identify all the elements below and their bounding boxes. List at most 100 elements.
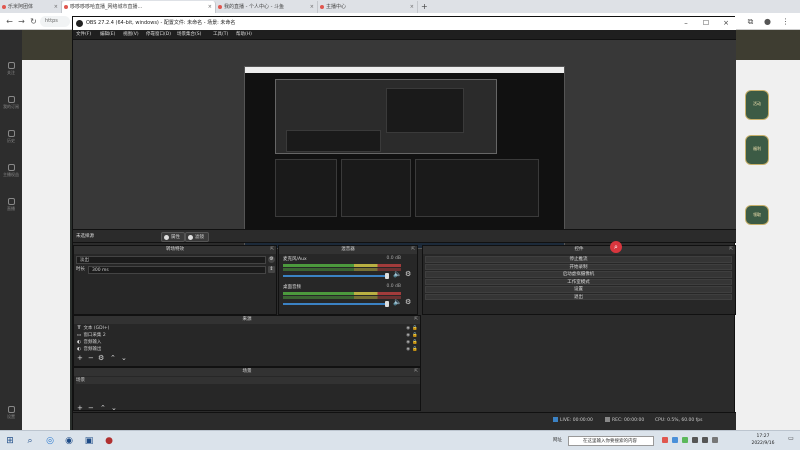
lock-icon[interactable]: 🔒: [412, 325, 418, 332]
menu-docks[interactable]: 停靠窗口(D): [146, 30, 171, 40]
notifications-icon[interactable]: ▭: [786, 435, 796, 447]
volume-slider-knob[interactable]: [385, 301, 389, 307]
new-tab-button[interactable]: +: [418, 1, 432, 13]
steam-icon[interactable]: ◉: [63, 435, 75, 447]
scene-item[interactable]: 场景: [76, 377, 420, 384]
lock-icon[interactable]: 🔒: [412, 346, 418, 353]
source-item[interactable]: ▭ 窗口采集 2 ◉ 🔒: [76, 332, 420, 339]
start-virtual-camera-button[interactable]: 启动虚拟摄像机: [425, 271, 732, 278]
gear-icon[interactable]: ⚙: [405, 270, 411, 278]
duration-input[interactable]: 300 ms: [88, 266, 266, 274]
dock-pin-icon[interactable]: ⇱: [729, 246, 733, 254]
move-up-chevron-icon[interactable]: ⌃: [110, 354, 116, 362]
menu-tools[interactable]: 工具(T): [213, 30, 228, 40]
stop-streaming-button[interactable]: 停止推流: [425, 256, 732, 263]
rail-item-follow[interactable]: 关注: [2, 62, 20, 76]
tab-close-icon[interactable]: ×: [410, 1, 414, 13]
visibility-eye-icon[interactable]: ◉: [406, 332, 410, 339]
gear-icon[interactable]: ⚙: [405, 298, 411, 306]
search-icon[interactable]: ⌕: [610, 241, 622, 253]
volume-slider[interactable]: [283, 275, 387, 277]
properties-button[interactable]: 属性: [161, 232, 185, 242]
promo-badge[interactable]: 领取: [745, 205, 769, 225]
promo-badge[interactable]: 活动: [745, 90, 769, 120]
tab-close-icon[interactable]: ×: [310, 1, 314, 13]
volume-slider-knob[interactable]: [385, 273, 389, 279]
dock-pin-icon[interactable]: ⇱: [270, 246, 274, 254]
move-down-chevron-icon[interactable]: ⌄: [121, 354, 127, 362]
rail-item-streamer[interactable]: 主播权益: [2, 164, 20, 178]
browser-tab[interactable]: 我的直播 - 个人中心 - 斗鱼 ×: [216, 1, 318, 13]
rail-item-history[interactable]: 历史: [2, 130, 20, 144]
speaker-icon[interactable]: 🔈: [393, 270, 402, 278]
visibility-eye-icon[interactable]: ◉: [406, 339, 410, 346]
menu-view[interactable]: 视图(V): [123, 30, 139, 40]
lock-icon[interactable]: 🔒: [412, 332, 418, 339]
lock-icon[interactable]: 🔒: [412, 339, 418, 346]
browser-tab-active[interactable]: 哆哆哆哆哈直播_网络城市直播... ×: [62, 1, 216, 13]
visibility-eye-icon[interactable]: ◉: [406, 325, 410, 332]
menu-edit[interactable]: 编辑(E): [100, 30, 115, 40]
source-item[interactable]: T 文本 (GDI+) ◉ 🔒: [76, 325, 420, 332]
address-bar[interactable]: https: [40, 16, 70, 27]
start-recording-button[interactable]: 开始录制: [425, 263, 732, 270]
tray-volume-icon[interactable]: [702, 437, 708, 443]
taskbar-url-label: 网址: [553, 438, 562, 443]
studio-mode-button[interactable]: 工作室模式: [425, 278, 732, 285]
dock-pin-icon[interactable]: ⇱: [411, 246, 415, 254]
app-icon[interactable]: ▣: [83, 435, 95, 447]
tray-app-icon[interactable]: [662, 437, 668, 443]
reload-icon[interactable]: ↻: [28, 16, 39, 27]
source-settings-gear-icon[interactable]: ⚙: [98, 354, 104, 362]
move-up-chevron-icon[interactable]: ⌃: [100, 404, 106, 412]
minimize-icon[interactable]: –: [676, 17, 696, 30]
browser-menu-icon[interactable]: ⋮: [780, 16, 791, 27]
forward-arrow-icon[interactable]: →: [16, 16, 27, 27]
taskbar-clock[interactable]: 17:27 2022/9/16: [748, 434, 778, 447]
promo-badge[interactable]: 福利: [745, 135, 769, 165]
back-arrow-icon[interactable]: ←: [4, 16, 15, 27]
stream-preview[interactable]: [244, 66, 565, 249]
visibility-eye-icon[interactable]: ◉: [406, 346, 410, 353]
menu-file[interactable]: 文件(F): [76, 30, 91, 40]
rail-item-live[interactable]: 直播: [2, 198, 20, 212]
browser-tab[interactable]: 乐米阿团体 ×: [0, 1, 62, 13]
transition-settings-gear-icon[interactable]: ⚙: [268, 256, 275, 263]
extensions-icon[interactable]: ⧉: [745, 16, 756, 27]
tray-ime-icon[interactable]: [712, 437, 718, 443]
windows-start-icon[interactable]: ⊞: [4, 435, 16, 447]
dock-pin-icon[interactable]: ⇱: [414, 316, 418, 324]
remove-scene-minus-icon[interactable]: −: [88, 404, 94, 412]
obs-taskbar-icon[interactable]: ●: [103, 435, 115, 447]
profile-avatar-icon[interactable]: ●: [762, 16, 773, 27]
dock-pin-icon[interactable]: ⇱: [414, 368, 418, 376]
maximize-icon[interactable]: ☐: [696, 17, 716, 30]
transition-type-select[interactable]: 淡出: [76, 256, 266, 264]
tab-close-icon[interactable]: ×: [208, 1, 212, 13]
speaker-icon[interactable]: 🔈: [393, 298, 402, 306]
rail-item-subscriptions[interactable]: 我的订阅: [2, 96, 20, 110]
remove-source-minus-icon[interactable]: −: [88, 354, 94, 362]
move-down-chevron-icon[interactable]: ⌄: [111, 404, 117, 412]
filters-button[interactable]: 滤镜: [185, 232, 209, 242]
edge-browser-icon[interactable]: ◎: [44, 435, 56, 447]
menu-help[interactable]: 帮助(H): [236, 30, 252, 40]
source-item[interactable]: ◐ 音频输出 ◉ 🔒: [76, 346, 420, 353]
browser-tab[interactable]: 主播中心 ×: [318, 1, 418, 13]
duration-stepper[interactable]: ⇕: [268, 266, 275, 273]
tab-close-icon[interactable]: ×: [54, 1, 58, 13]
source-item[interactable]: ◐ 音频输入 ◉ 🔒: [76, 339, 420, 346]
settings-button[interactable]: 设置: [425, 286, 732, 293]
rail-item-settings[interactable]: 设置: [2, 406, 20, 420]
tray-network-icon[interactable]: [692, 437, 698, 443]
close-icon[interactable]: ×: [716, 17, 736, 30]
volume-slider[interactable]: [283, 303, 387, 305]
tray-app-icon[interactable]: [682, 437, 688, 443]
menu-scene-collection[interactable]: 场景集合(S): [177, 30, 201, 40]
add-source-plus-icon[interactable]: +: [77, 354, 83, 362]
search-icon[interactable]: ⌕: [24, 435, 36, 447]
taskbar-search-input[interactable]: 在这里输入你要搜索的内容: [568, 436, 654, 446]
tray-app-icon[interactable]: [672, 437, 678, 443]
exit-button[interactable]: 退出: [425, 293, 732, 300]
add-scene-plus-icon[interactable]: +: [77, 404, 83, 412]
